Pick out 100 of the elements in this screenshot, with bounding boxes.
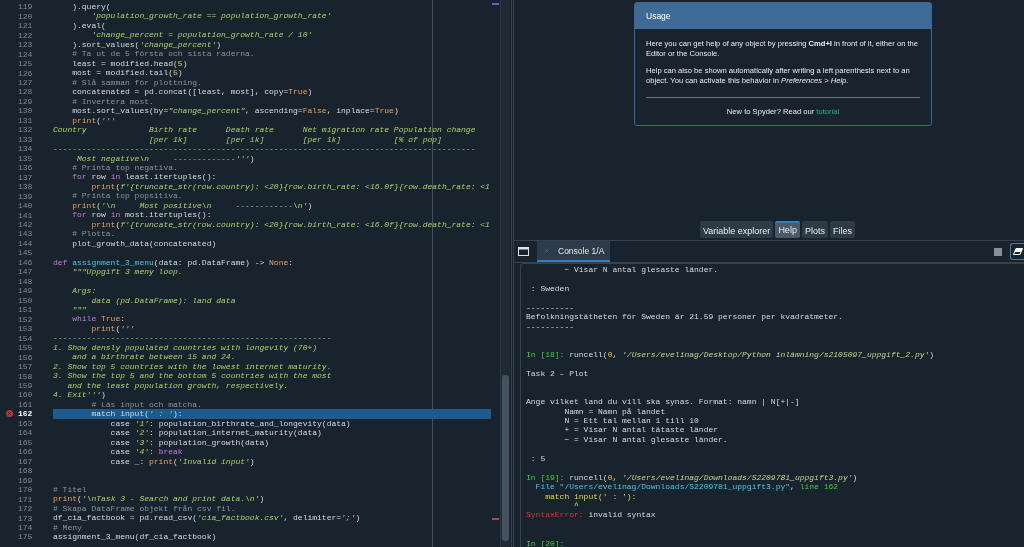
code-line: case '4': break	[109, 447, 184, 457]
code-line: print(f'{truncate_str(row.country): <20}{row.birth_rate: <16.0f}{row.death_rate: <1	[90, 181, 491, 192]
line-number: 127	[18, 78, 32, 87]
line-number: 128	[18, 87, 32, 97]
code-line: # Invertera most.	[71, 96, 155, 107]
code-line: most.sort_values(by="change_percent", ascending=False, inplace=True)	[71, 106, 400, 116]
code-line: """	[71, 305, 88, 315]
code-line: case '1': population_birthrate_and_longevity(data)	[109, 418, 352, 429]
code-line: print('\nTask 3 - Search and print data.\n')	[53, 494, 266, 504]
scrollbar[interactable]	[500, 0, 510, 547]
code-line: print('''	[71, 115, 117, 126]
code-line: case _: print('Invalid input')	[109, 456, 256, 466]
line-number: 131	[18, 115, 32, 125]
code-line: # Titel	[53, 484, 88, 495]
line-number: 170	[18, 485, 32, 495]
line-number: 129	[18, 96, 32, 106]
pane-tab[interactable]: Help	[775, 221, 800, 238]
code-line: Args:	[71, 286, 98, 296]
code-line: ----------------------------------------------------------------------------------------	[53, 144, 477, 154]
console-line: : 5	[529, 453, 547, 464]
pane-tab[interactable]: Plots	[801, 221, 828, 238]
console-line: + = Visar N antal tätaste länder	[563, 425, 720, 435]
console-line: In [20]:	[526, 538, 566, 547]
console-line: In [19]: runcell(0, '/Users/evelinag/Downloads/S2209781_uppgift3.py')	[526, 472, 859, 483]
code-line: df_cia_factbook = pd.read_csv('cia_factbook.csv', delimiter=';')	[53, 513, 362, 523]
console-line: File "/Users/evelinag/Downloads/S2209781_uppgift3.py", line 162	[534, 482, 840, 492]
line-number: 133	[18, 134, 32, 144]
line-number: 145	[18, 248, 32, 258]
line-number: 134	[18, 144, 32, 154]
code-line: and the least population growth, respectively.	[66, 380, 290, 391]
line-number: 151	[18, 305, 32, 315]
window-icon[interactable]	[518, 247, 529, 256]
code-line: # Plotta.	[71, 229, 117, 239]
code-line: 4. Exit''')	[53, 390, 107, 400]
code-line: 'population_growth_rate == population_growth_rate'	[90, 11, 333, 21]
line-number: 174	[18, 523, 32, 532]
line-number: 149	[18, 286, 32, 296]
bookmark-marker	[492, 3, 499, 5]
line-number: 155	[18, 343, 32, 353]
console-tab[interactable]: Console 1/A	[537, 241, 611, 262]
console-line: ^	[573, 500, 579, 511]
console-line: SyntaxError: invalid syntax	[526, 510, 657, 520]
code-line: least = modified.head(5)	[71, 58, 189, 69]
code-line: and a birthrate between 15 and 24.	[71, 352, 237, 362]
line-number: 144	[18, 238, 32, 248]
error-marker	[492, 518, 499, 520]
code-line: 'change_percent = population_growth_rate / 10'	[90, 30, 314, 40]
pane-tab[interactable]: Variable explorer	[700, 221, 774, 238]
clear-button[interactable]	[1010, 243, 1024, 260]
code-line: # Läs input och matcha.	[90, 399, 203, 410]
console-line: : Sweden	[529, 283, 571, 294]
console-line: Task 2 – Plot	[526, 368, 590, 379]
line-number: 163	[18, 418, 32, 428]
line-number: 150	[18, 295, 32, 305]
line-number: 138	[18, 182, 32, 192]
code-line: 3. Show the top 5 and the bottom 5 countries with the most	[53, 371, 333, 381]
console-line: Befolkningstätheten för Sweden är 21.59 personer per kvadratmeter.	[526, 312, 844, 322]
console-line: Namn = Namn på landet	[563, 406, 667, 416]
line-number: 122	[18, 30, 32, 40]
line-number: 158	[18, 371, 32, 381]
line-number: 139	[18, 191, 32, 201]
code-line: ).query(	[71, 2, 112, 12]
line-number: 140	[18, 201, 32, 211]
code-line: # Skapa DataFrame objekt från csv fil.	[53, 503, 237, 514]
line-number: 142	[18, 220, 32, 229]
code-line: [per 1k] [per 1k] [per 1k] [% of pop]	[148, 134, 443, 145]
line-number: 156	[18, 352, 32, 362]
line-number: 130	[18, 106, 32, 116]
line-number: 125	[18, 59, 32, 69]
code-line: # Slå samman för plottning.	[71, 77, 203, 88]
code-line: assignment_3_menu(df_cia_factbook)	[53, 532, 218, 542]
console-line: ----------	[526, 302, 575, 313]
code-line: concatenated = pd.concat([least, most], copy=True)	[71, 87, 314, 97]
pane-tab[interactable]: Files	[829, 221, 855, 238]
line-number: 171	[18, 494, 32, 504]
line-number: 121	[18, 21, 32, 31]
code-line: ----------------------------------------------------------	[53, 333, 333, 343]
code-line: print('''	[90, 323, 136, 334]
stop-icon[interactable]	[994, 247, 1002, 256]
line-number: 161	[18, 399, 32, 409]
line-number: 160	[18, 390, 32, 400]
console-line: ----------	[526, 321, 575, 332]
line-number: 172	[18, 504, 32, 514]
line-number: 120	[18, 11, 32, 21]
code-line: """Uppgift 3 meny loop.	[71, 267, 184, 277]
line-number: 159	[18, 381, 32, 390]
console-line: match input(' : '):	[544, 491, 638, 501]
line-number: 123	[18, 40, 32, 50]
line-number: 168	[18, 466, 32, 476]
code-line: Most negative\n -------------''')	[76, 153, 256, 163]
code-line: # Printa top negativa.	[71, 162, 179, 173]
console-line: N = Ett tal mellan 1 till 10	[563, 416, 700, 426]
code-line: Country Birth rate Death rate Net migration rate Population change	[53, 125, 477, 135]
line-number: 157	[18, 362, 32, 372]
code-line: def assignment_3_menu(data: pd.DataFrame) -> None:	[53, 257, 295, 268]
line-number: 175	[18, 532, 32, 542]
code-line: data (pd.DataFrame): land data	[90, 295, 237, 305]
line-number: 119	[18, 2, 32, 12]
line-number: 124	[18, 49, 32, 59]
code-line: for row in most.itertuples():	[71, 210, 213, 220]
